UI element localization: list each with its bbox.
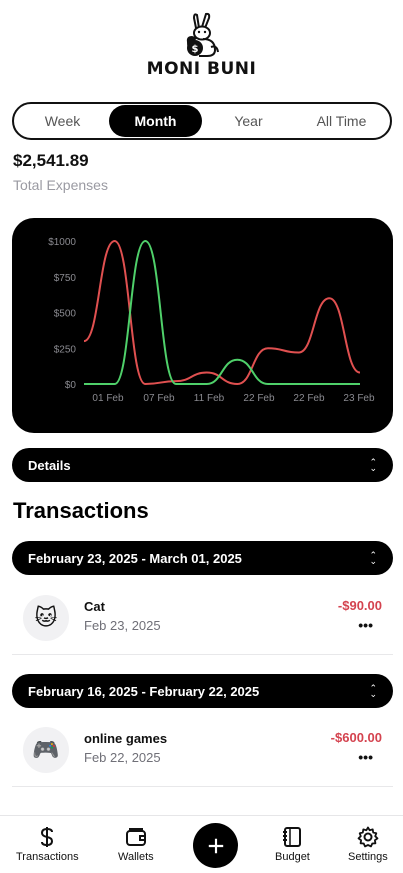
gear-icon — [357, 826, 379, 848]
y-tick-label: $0 — [65, 380, 77, 391]
transaction-name: Cat — [84, 599, 105, 614]
y-tick-label: $750 — [54, 273, 77, 284]
x-tick-label: 22 Feb — [293, 393, 325, 404]
wallet-icon — [125, 828, 146, 846]
transaction-amount: -$600.00 — [330, 730, 382, 745]
more-options-icon[interactable]: ••• — [358, 617, 373, 633]
nav-transactions-label: Transactions — [16, 851, 79, 863]
nav-budget-label: Budget — [275, 851, 310, 863]
x-tick-label: 07 Feb — [143, 393, 175, 404]
dollar-icon — [41, 827, 54, 847]
chevron-up-down-icon: ⌃ ⌄ — [369, 550, 377, 566]
gamepad-icon: 🎮 — [23, 727, 69, 773]
tab-month[interactable]: Month — [109, 105, 202, 137]
add-transaction-button[interactable] — [193, 823, 238, 868]
cat-icon: 🐱 — [23, 595, 69, 641]
more-options-icon[interactable]: ••• — [358, 749, 373, 765]
bottom-navigation: Transactions Wallets Budget Settings — [0, 815, 403, 873]
week-range-label: February 16, 2025 - February 22, 2025 — [28, 683, 260, 699]
svg-text:$: $ — [191, 44, 198, 55]
details-label: Details — [28, 457, 71, 473]
transaction-name: online games — [84, 731, 168, 746]
nav-wallets-label: Wallets — [118, 851, 154, 863]
app-logo-text: MONI BUNI — [146, 59, 257, 79]
tab-week[interactable]: Week — [16, 105, 109, 137]
expenses-chart: $1000 $750 $500 $250 $0 01 Feb 07 Feb 11 Feb 22 … — [12, 218, 393, 433]
x-tick-label: 22 Feb — [243, 393, 275, 404]
x-tick-label: 23 Feb — [343, 393, 375, 404]
plus-icon — [208, 838, 223, 853]
total-expenses-amount: $2,541.89 — [13, 151, 89, 170]
transaction-row[interactable]: 🎮 online games Feb 22, 2025 -$600.00 ••• — [12, 717, 393, 787]
transaction-row[interactable]: 🐱 Cat Feb 23, 2025 -$90.00 ••• — [12, 585, 393, 655]
chevron-up-down-icon: ⌃ ⌄ — [369, 457, 377, 473]
tab-all-time[interactable]: All Time — [295, 105, 388, 137]
transaction-date: Feb 22, 2025 — [84, 750, 161, 765]
app-logo: $ MONI BUNI — [0, 12, 403, 82]
nav-wallets[interactable]: Wallets — [118, 826, 154, 863]
transactions-title: Transactions — [13, 498, 149, 523]
expenses-line-chart: $1000 $750 $500 $250 $0 01 Feb 07 Feb 11 Feb 22 … — [48, 237, 375, 404]
series-line-1 — [83, 239, 361, 386]
transaction-date: Feb 23, 2025 — [84, 618, 161, 633]
chevron-up-down-icon: ⌃ ⌄ — [369, 683, 377, 699]
week-range-label: February 23, 2025 - March 01, 2025 — [28, 550, 242, 566]
bunny-money-bag-icon: $ — [186, 12, 219, 57]
x-tick-label: 01 Feb — [92, 393, 124, 404]
nav-budget[interactable]: Budget — [275, 826, 310, 863]
week-group-header[interactable]: February 16, 2025 - February 22, 2025 ⌃ ⌄ — [12, 674, 393, 708]
total-expenses-label: Total Expenses — [13, 177, 108, 193]
transaction-amount: -$90.00 — [337, 598, 382, 613]
nav-settings-label: Settings — [348, 851, 388, 863]
details-dropdown[interactable]: Details ⌃ ⌄ — [12, 448, 393, 482]
nav-transactions[interactable]: Transactions — [16, 826, 79, 863]
y-tick-label: $250 — [54, 344, 77, 355]
period-selector: Week Month Year All Time — [12, 102, 392, 140]
x-tick-label: 11 Feb — [194, 393, 225, 404]
nav-settings[interactable]: Settings — [348, 826, 388, 863]
y-tick-label: $1000 — [48, 237, 76, 248]
notebook-icon — [283, 827, 302, 847]
y-tick-label: $500 — [54, 309, 77, 320]
week-group-header[interactable]: February 23, 2025 - March 01, 2025 ⌃ ⌄ — [12, 541, 393, 575]
tab-year[interactable]: Year — [202, 105, 295, 137]
